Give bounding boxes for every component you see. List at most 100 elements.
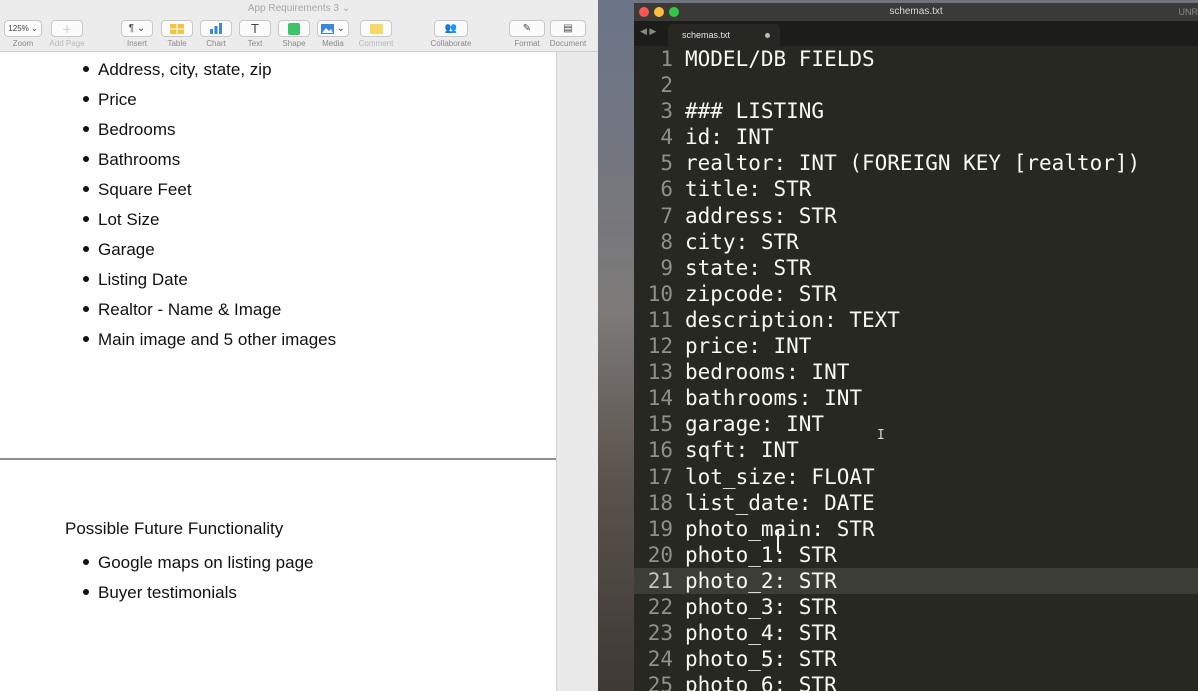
line-text[interactable]: title: STR [685,176,811,202]
code-line[interactable]: 3 ### LISTING [634,98,1198,124]
line-text[interactable]: photo_3: STR [685,594,837,620]
code-area[interactable]: 1 MODEL/DB FIELDS 2 3 ### LISTING 4 id: INT 5 re… [634,46,1198,691]
code-line[interactable]: 17 lot_size: FLOAT [634,464,1198,490]
list-item[interactable]: Realtor - Name & Image [80,295,336,325]
code-line[interactable]: 5 realtor: INT (FOREIGN KEY [realtor]) [634,150,1198,176]
line-text[interactable]: description: TEXT [685,307,900,333]
comment-icon [360,20,392,37]
code-line[interactable]: 8 city: STR [634,229,1198,255]
code-line[interactable]: 14 bathrooms: INT [634,385,1198,411]
chart-button[interactable]: Chart [199,20,233,48]
line-text[interactable]: photo_4: STR [685,620,837,646]
format-button[interactable]: ✎ Format [508,20,546,48]
line-text[interactable]: list_date: DATE [685,490,875,516]
code-line[interactable]: 13 bedrooms: INT [634,359,1198,385]
line-text[interactable]: photo_2: STR [685,568,837,594]
line-text[interactable]: photo_6: STR [685,672,837,691]
editor-window: schemas.txt UNR ◀ ▶ schemas.txt 1 MODEL/D… [634,3,1198,691]
list-item[interactable]: Bedrooms [80,115,336,145]
code-line[interactable]: 11 description: TEXT [634,307,1198,333]
close-icon[interactable] [639,7,649,17]
add-page-button[interactable]: ＋ Add Page [48,20,86,48]
list-item[interactable]: Listing Date [80,265,336,295]
code-line[interactable]: 18 list_date: DATE [634,490,1198,516]
line-number: 4 [660,125,673,150]
list-item[interactable]: Price [80,85,336,115]
code-line[interactable]: 9 state: STR [634,255,1198,281]
document-button[interactable]: ▤ Document [548,20,588,48]
document-title[interactable]: App Requirements 3 [248,3,339,14]
pages-toolbar: 125% ⌄ Zoom ＋ Add Page ¶ ⌄ Insert Table … [0,17,598,52]
shape-button[interactable]: Shape [277,20,311,48]
line-text[interactable]: city: STR [685,229,799,255]
line-text[interactable]: bathrooms: INT [685,385,862,411]
list-item[interactable]: Buyer testimonials [80,578,313,608]
code-line[interactable]: 12 price: INT [634,333,1198,359]
line-text[interactable]: photo_main: STR [685,516,875,542]
maximize-icon[interactable] [669,7,679,17]
text-icon: T [239,20,271,37]
document-icon: ▤ [550,20,586,37]
line-text[interactable]: garage: INT [685,411,824,437]
line-number: 2 [660,73,673,98]
code-line[interactable]: 4 id: INT [634,124,1198,150]
line-text[interactable]: price: INT [685,333,811,359]
line-text[interactable]: ### LISTING [685,98,824,124]
code-line[interactable]: 10 zipcode: STR [634,281,1198,307]
code-line[interactable]: 24 photo_5: STR [634,646,1198,672]
code-line[interactable]: 7 address: STR [634,203,1198,229]
list-item[interactable]: Address, city, state, zip [80,55,336,85]
line-text[interactable]: zipcode: STR [685,281,837,307]
unsaved-dot-icon[interactable] [765,33,770,38]
list-item[interactable]: Square Feet [80,175,336,205]
list-item[interactable]: Lot Size [80,205,336,235]
line-number: 5 [660,151,673,176]
document-canvas[interactable]: Address, city, state, zip Price Bedrooms… [0,52,557,691]
comment-button[interactable]: Comment [357,20,395,48]
line-number: 17 [647,464,673,489]
code-line[interactable]: 21 photo_2: STR [634,567,1198,594]
list-item[interactable]: Google maps on listing page [80,548,313,578]
collaborate-label: Collaborate [430,39,472,48]
line-number: 11 [647,307,673,332]
line-text[interactable]: MODEL/DB FIELDS [685,46,875,72]
insert-button[interactable]: ¶ ⌄ Insert [120,20,154,48]
collaborate-button[interactable]: 👥 Collaborate [428,20,474,48]
future-functionality-heading[interactable]: Possible Future Functionality [65,519,283,539]
line-text[interactable]: realtor: INT (FOREIGN KEY [realtor]) [685,150,1140,176]
list-item[interactable]: Bathrooms [80,145,336,175]
chart-icon [200,20,232,37]
line-text[interactable]: sqft: INT [685,437,799,463]
line-text[interactable]: photo_1: STR [685,542,837,568]
code-line[interactable]: 19 photo_main: STR [634,516,1198,542]
minimize-icon[interactable] [654,7,664,17]
code-line[interactable]: 15 garage: INT [634,411,1198,437]
code-line[interactable]: 23 photo_4: STR [634,620,1198,646]
list-item[interactable]: Main image and 5 other images [80,325,336,355]
line-text[interactable]: address: STR [685,203,837,229]
code-line[interactable]: 22 photo_3: STR [634,594,1198,620]
code-line[interactable]: 25 photo_6: STR [634,672,1198,691]
zoom-control[interactable]: 125% ⌄ Zoom [4,20,42,48]
table-icon [161,20,193,37]
code-line[interactable]: 16 sqft: INT [634,437,1198,463]
code-line[interactable]: 6 title: STR [634,176,1198,202]
list-item[interactable]: Garage [80,235,336,265]
code-line[interactable]: 20 photo_1: STR [634,542,1198,568]
table-button[interactable]: Table [160,20,194,48]
media-button[interactable]: ⌄ Media [316,20,350,48]
text-button[interactable]: T Text [238,20,272,48]
code-line[interactable]: 2 [634,72,1198,98]
line-number: 9 [660,255,673,280]
code-line[interactable]: 1 MODEL/DB FIELDS [634,46,1198,72]
line-text[interactable]: state: STR [685,255,811,281]
line-text[interactable]: photo_5: STR [685,646,837,672]
tab-schemas[interactable]: schemas.txt [668,24,780,46]
line-text[interactable]: id: INT [685,124,774,150]
line-number: 22 [647,594,673,619]
line-text[interactable]: bedrooms: INT [685,359,849,385]
tab-nav-arrows-icon[interactable]: ◀ ▶ [640,26,656,37]
zoom-select[interactable]: 125% ⌄ [4,20,42,37]
line-text[interactable]: lot_size: FLOAT [685,464,875,490]
chevron-down-icon[interactable]: ⌄ [342,3,350,14]
